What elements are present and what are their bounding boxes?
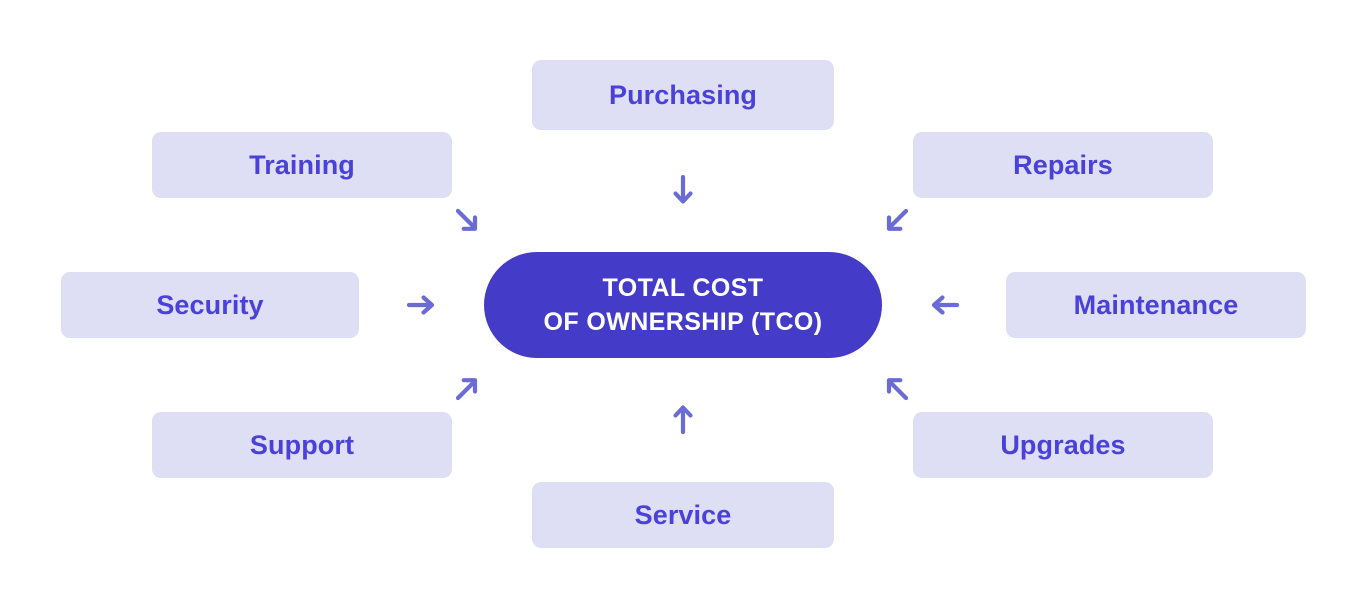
arrow-up-icon bbox=[666, 403, 700, 437]
arrow-down-right-icon bbox=[450, 203, 484, 237]
factor-label-repairs: Repairs bbox=[1013, 149, 1113, 180]
factor-box-upgrades[interactable]: Upgrades bbox=[913, 412, 1213, 478]
arrow-right-icon bbox=[404, 288, 438, 322]
arrow-up-right-icon bbox=[450, 372, 484, 406]
tco-diagram-canvas: Purchasing Training Repairs Security Mai… bbox=[0, 0, 1366, 610]
factor-label-security: Security bbox=[156, 289, 264, 320]
center-node-total-cost-of-ownership[interactable]: TOTAL COST OF OWNERSHIP (TCO) bbox=[484, 252, 882, 358]
arrow-up-left-icon bbox=[880, 372, 914, 406]
factor-box-training[interactable]: Training bbox=[152, 132, 452, 198]
arrow-down-left-icon bbox=[880, 203, 914, 237]
factor-box-purchasing[interactable]: Purchasing bbox=[532, 60, 834, 130]
factor-box-maintenance[interactable]: Maintenance bbox=[1006, 272, 1306, 338]
factor-label-maintenance: Maintenance bbox=[1073, 289, 1239, 320]
factor-label-upgrades: Upgrades bbox=[1000, 429, 1126, 460]
factor-label-service: Service bbox=[634, 499, 732, 530]
factor-label-purchasing: Purchasing bbox=[608, 79, 758, 110]
factor-box-security[interactable]: Security bbox=[61, 272, 359, 338]
factor-label-training: Training bbox=[249, 149, 355, 180]
arrow-down-icon bbox=[666, 173, 700, 207]
center-node-line-1: TOTAL COST bbox=[602, 273, 764, 302]
factor-box-repairs[interactable]: Repairs bbox=[913, 132, 1213, 198]
factor-label-support: Support bbox=[249, 429, 355, 460]
factor-box-service[interactable]: Service bbox=[532, 482, 834, 548]
arrow-left-icon bbox=[928, 288, 962, 322]
center-node-line-2: OF OWNERSHIP (TCO) bbox=[543, 308, 823, 336]
factor-box-support[interactable]: Support bbox=[152, 412, 452, 478]
